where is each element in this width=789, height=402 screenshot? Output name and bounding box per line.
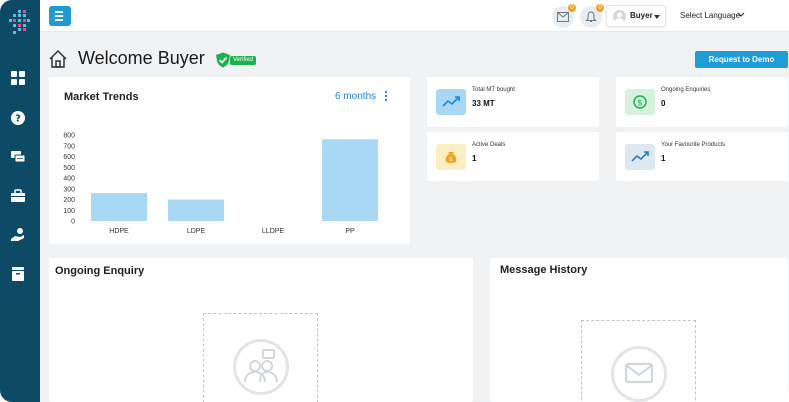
hand-deal-icon[interactable] <box>10 227 26 243</box>
mail-button[interactable]: 0 <box>552 4 576 28</box>
topbar: 0 0 Buyer Select Language <box>40 0 789 32</box>
empty-message-icon <box>611 346 667 402</box>
page-title: Welcome Buyer <box>78 48 205 68</box>
user-label: Buyer <box>630 11 653 20</box>
menu-toggle-button[interactable] <box>49 6 71 26</box>
empty-state-frame <box>581 320 696 402</box>
y-tick-label: 100 <box>63 208 75 215</box>
y-tick-label: 600 <box>63 154 75 161</box>
caret-down-icon <box>654 15 660 19</box>
inventory-box-icon[interactable] <box>10 266 26 282</box>
x-tick-label: HDPE <box>109 228 129 235</box>
y-tick-label: 400 <box>63 176 75 183</box>
stat-value: 0 <box>661 99 666 108</box>
y-tick-label: 700 <box>63 143 75 150</box>
language-label: Select Language <box>680 11 741 20</box>
bell-badge: 0 <box>596 4 604 12</box>
x-tick-label: PP <box>345 228 355 235</box>
bar-hdpe[interactable] <box>91 193 147 221</box>
notifications-button[interactable]: 0 <box>580 4 604 28</box>
app-frame: ? 0 0 Buyer Select Language Welcome Buye… <box>0 0 789 402</box>
stat-value: 33 MT <box>472 99 495 108</box>
y-tick-label: 800 <box>63 133 75 140</box>
bell-icon <box>585 11 597 22</box>
verified-label: Verified <box>230 56 257 65</box>
briefcase-icon[interactable] <box>10 188 26 204</box>
chat-icon[interactable] <box>10 149 26 165</box>
verified-badge: Verified <box>214 52 262 68</box>
svg-text:$: $ <box>637 99 643 109</box>
message-history-title: Message History <box>500 264 588 276</box>
stat-label: Total MT bought <box>472 87 515 93</box>
ongoing-enquiry-panel: Ongoing Enquiry <box>49 258 473 402</box>
logo-icon[interactable] <box>7 8 33 36</box>
empty-state-frame <box>203 313 318 402</box>
mail-icon <box>557 12 569 22</box>
stat-card-active-deals[interactable]: $ Active Deals 1 <box>427 132 599 181</box>
stat-card-favourite-products[interactable]: Your Favourite Products 1 <box>616 132 788 181</box>
y-tick-label: 300 <box>63 186 75 193</box>
stat-label: Your Favourite Products <box>661 142 726 148</box>
stat-label: Ongoing Enquiries <box>661 87 711 93</box>
svg-text:?: ? <box>15 114 21 125</box>
y-tick-label: 200 <box>63 197 75 204</box>
svg-text:$: $ <box>449 156 453 163</box>
sidebar: ? <box>0 0 40 402</box>
message-history-panel: Message History <box>490 258 788 402</box>
stat-value: 1 <box>661 154 666 163</box>
stat-card-total-mt[interactable]: Total MT bought 33 MT <box>427 77 599 127</box>
mail-badge: 0 <box>568 4 576 12</box>
ongoing-enquiry-title: Ongoing Enquiry <box>55 265 145 277</box>
bar-ldpe[interactable] <box>168 199 224 222</box>
chevron-down-icon <box>737 12 745 17</box>
bar-pp[interactable] <box>322 139 378 221</box>
request-demo-button[interactable]: Request to Demo <box>695 51 788 68</box>
trend-up-icon <box>436 89 466 115</box>
avatar <box>613 10 626 23</box>
user-menu-button[interactable]: Buyer <box>606 5 666 27</box>
home-icon[interactable] <box>48 49 68 69</box>
stat-label: Active Deals <box>472 142 506 148</box>
stat-card-ongoing-enquiries[interactable]: $ Ongoing Enquiries 0 <box>616 77 788 127</box>
stat-value: 1 <box>472 154 477 163</box>
empty-enquiry-icon <box>233 339 289 395</box>
trend-up-icon <box>625 144 655 170</box>
y-tick-label: 0 <box>71 219 75 226</box>
x-tick-label: LDPE <box>187 228 206 235</box>
dashboard-icon[interactable] <box>10 70 26 86</box>
y-tick-label: 500 <box>63 165 75 172</box>
dollar-icon: $ <box>625 89 655 115</box>
help-icon[interactable]: ? <box>10 110 26 126</box>
market-trends-chart: 0 100 200 300 400 500 600 700 800 HDPE LDPE LLDPE PP <box>63 133 378 235</box>
x-tick-label: LLDPE <box>262 228 285 235</box>
money-bag-icon: $ <box>436 144 466 170</box>
market-trends-card: Market Trends 6 months 0 100 200 300 400 500 6… <box>49 77 410 244</box>
